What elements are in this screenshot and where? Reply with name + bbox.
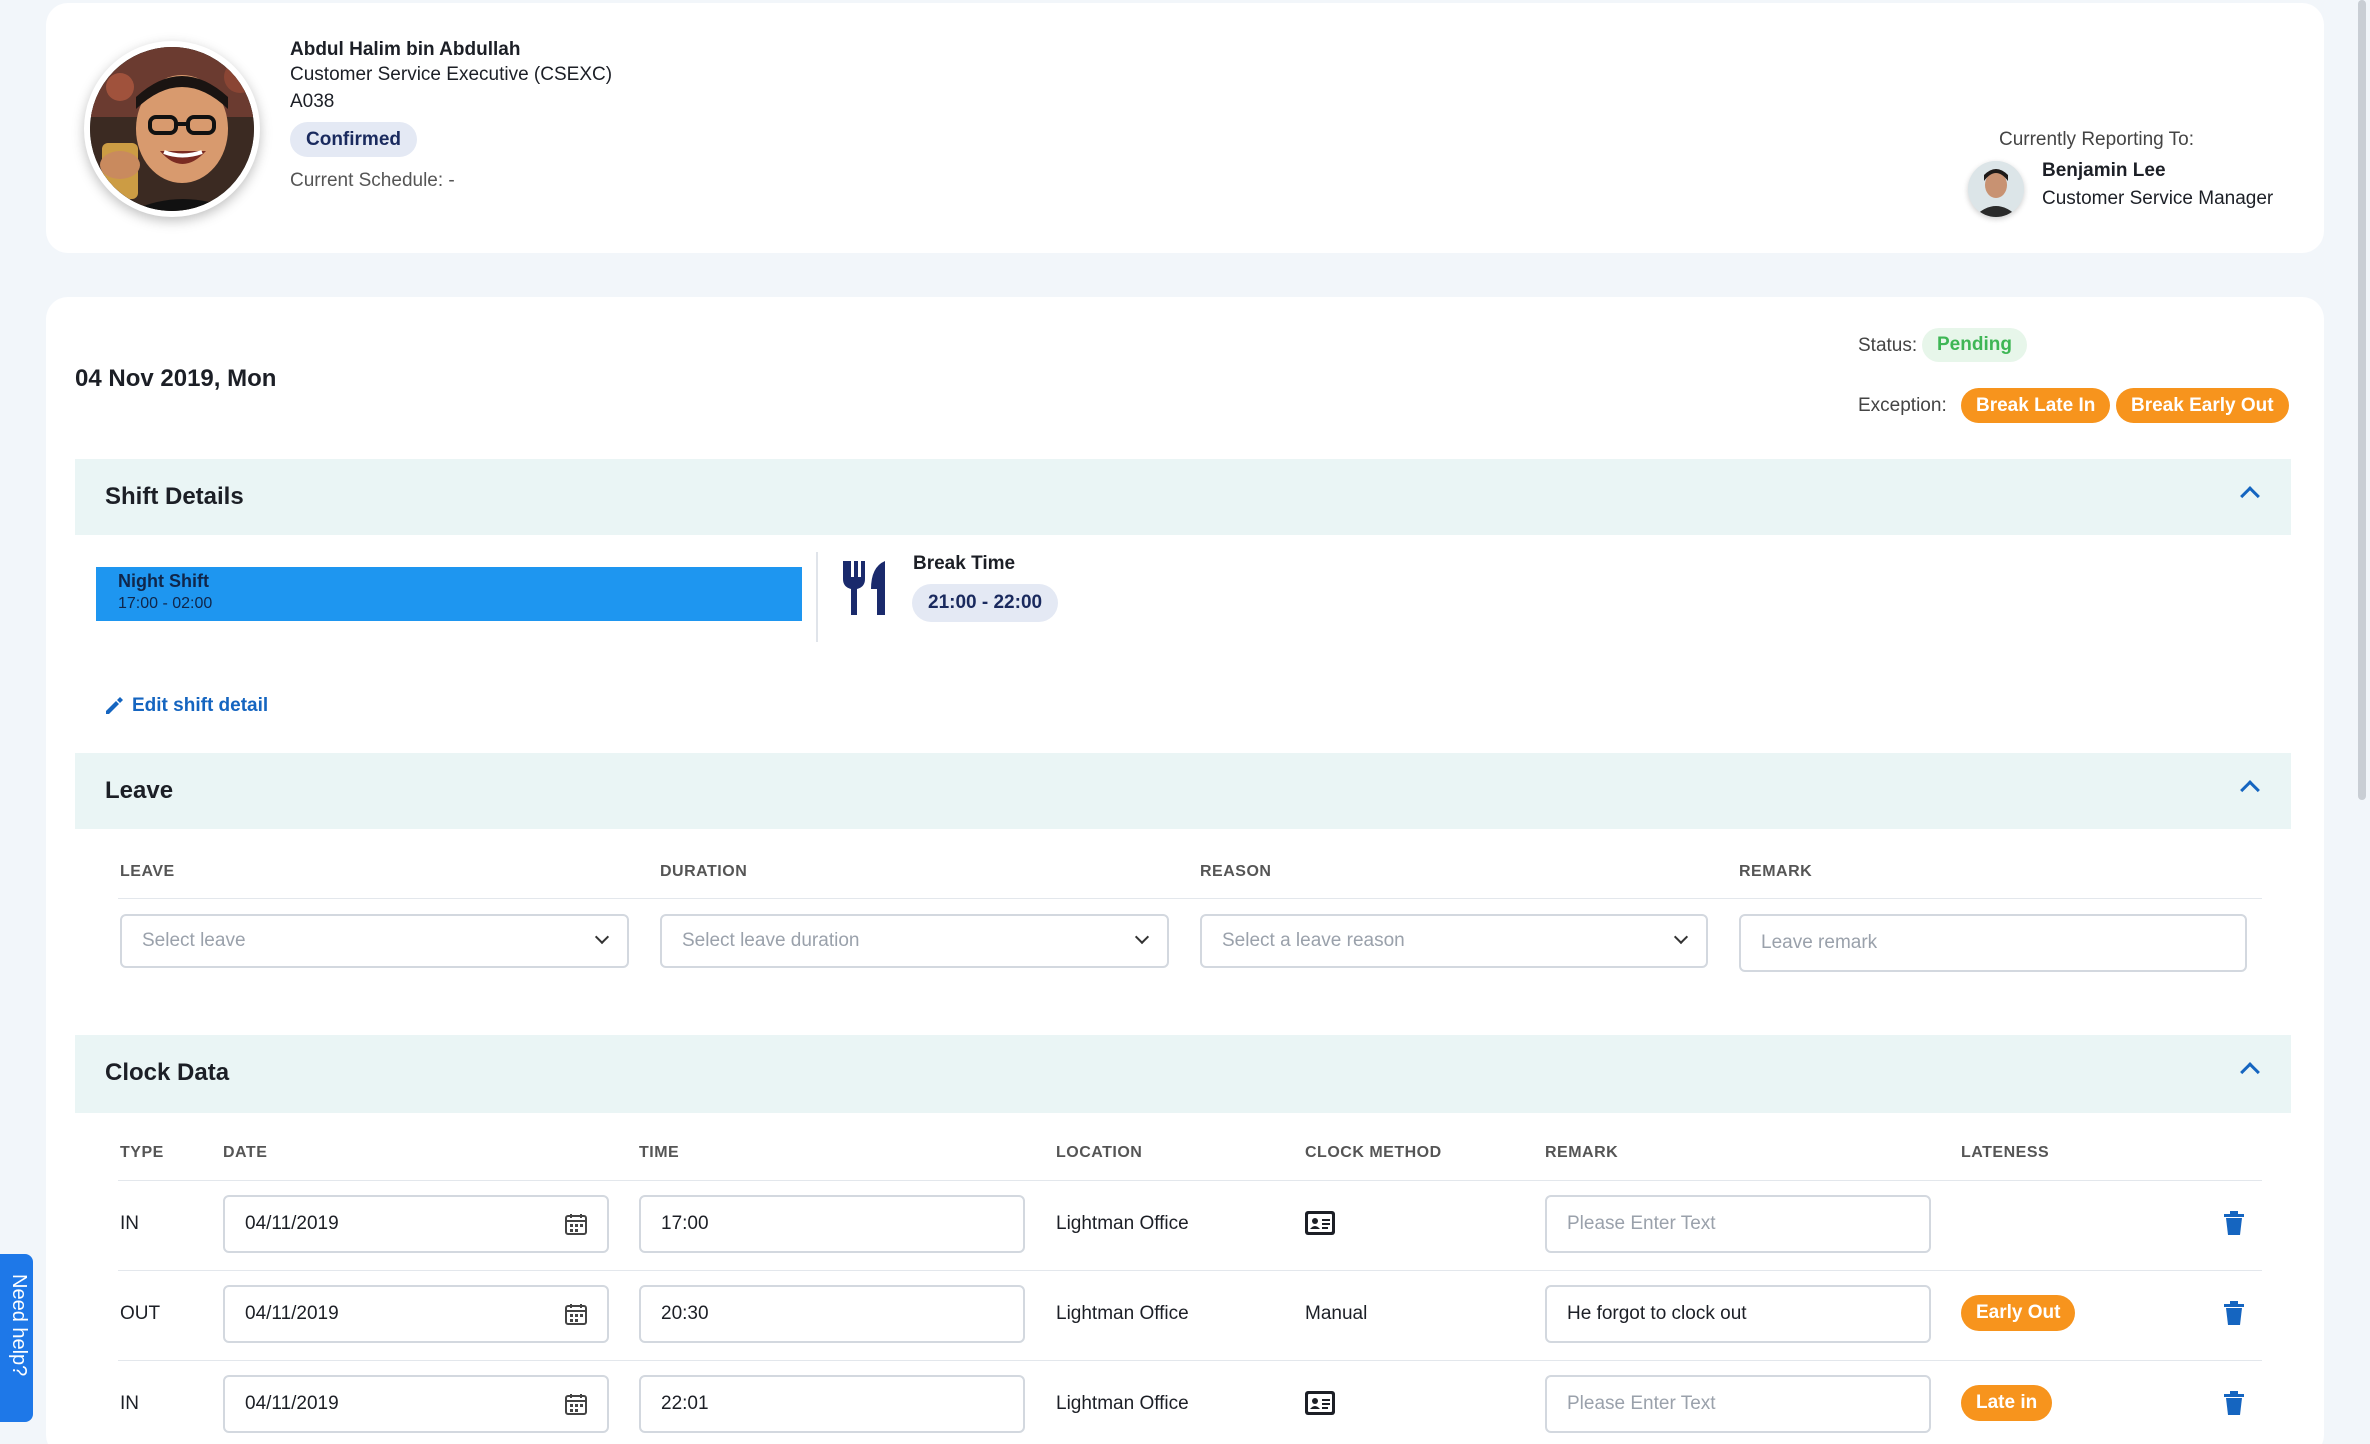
need-help-label: Need help? (8, 1274, 30, 1377)
exception-label: Exception: (1858, 395, 1947, 416)
clock-remark-input[interactable]: Please Enter Text (1545, 1195, 1931, 1253)
lateness-badge: Early Out (1961, 1295, 2076, 1331)
leave-duration-select[interactable]: Select leave duration (660, 914, 1169, 968)
clock-date-input[interactable]: 04/11/2019 (223, 1375, 609, 1433)
shift-details-header[interactable]: Shift Details (75, 459, 2291, 535)
clock-date-input[interactable]: 04/11/2019 (223, 1285, 609, 1343)
attendance-date: 04 Nov 2019, Mon (75, 365, 277, 392)
chevron-down-icon (1134, 929, 1150, 945)
trash-icon[interactable] (2224, 1211, 2244, 1235)
manager-name[interactable]: Benjamin Lee (2042, 160, 2166, 182)
type-col-header: TYPE (120, 1144, 164, 1161)
chevron-up-icon[interactable] (2240, 486, 2260, 506)
pencil-icon (106, 697, 123, 714)
clock-time-input[interactable]: 22:01 (639, 1375, 1025, 1433)
trash-icon[interactable] (2224, 1391, 2244, 1415)
clock-type: IN (120, 1213, 139, 1234)
break-time-badge: 21:00 - 22:00 (912, 584, 1059, 622)
clock-remark-input[interactable]: Please Enter Text (1545, 1375, 1931, 1433)
status-label: Status: (1858, 335, 1918, 356)
location-col-header: LOCATION (1056, 1144, 1143, 1161)
clock-date-input[interactable]: 04/11/2019 (223, 1195, 609, 1253)
clock-type: OUT (120, 1303, 161, 1324)
calendar-icon[interactable] (565, 1393, 587, 1415)
reporting-label: Currently Reporting To: (1998, 129, 2194, 150)
leave-type-select[interactable]: Select leave (120, 914, 629, 968)
remark-col-header: REMARK (1545, 1144, 1619, 1161)
employment-status-badge: Confirmed (290, 122, 417, 157)
exception-badge-break-early-out: Break Early Out (2116, 388, 2289, 423)
employee-avatar (84, 41, 260, 217)
lateness-col-header: LATENESS (1961, 1144, 2050, 1161)
divider (118, 898, 2262, 899)
time-col-header: TIME (639, 1144, 680, 1161)
leave-col-header: LEAVE (120, 863, 175, 880)
trash-icon[interactable] (2224, 1301, 2244, 1325)
employee-name: Abdul Halim bin Abdullah (290, 39, 521, 60)
leave-reason-select[interactable]: Select a leave reason (1200, 914, 1708, 968)
section-title: Leave (105, 777, 174, 804)
attendance-detail-card: 04 Nov 2019, Mon Status: Pending Excepti… (46, 297, 2324, 1444)
employee-id: A038 (290, 91, 335, 112)
shift-timeline-bar: Night Shift 17:00 - 02:00 (96, 567, 802, 621)
clock-time-input[interactable]: 20:30 (639, 1285, 1025, 1343)
current-schedule: Current Schedule: - (290, 170, 455, 191)
exception-badge-break-late-in: Break Late In (1961, 388, 2111, 423)
divider (118, 1360, 2262, 1361)
break-time-label: Break Time (913, 553, 1016, 574)
duration-col-header: DURATION (660, 863, 748, 880)
need-help-tab[interactable]: Need help? (0, 1254, 33, 1422)
leave-type-placeholder: Select leave (142, 930, 246, 951)
clock-remark-input[interactable]: He forgot to clock out (1545, 1285, 1931, 1343)
shift-time: 17:00 - 02:00 (118, 595, 213, 612)
page-scrollbar[interactable] (2358, 0, 2366, 800)
chevron-up-icon[interactable] (2240, 780, 2260, 800)
remark-col-header: REMARK (1739, 863, 1813, 880)
edit-shift-detail-link[interactable]: Edit shift detail (104, 695, 268, 717)
section-title: Shift Details (105, 483, 244, 510)
status-badge: Pending (1922, 328, 2027, 362)
clock-location: Lightman Office (1056, 1393, 1189, 1414)
leave-header[interactable]: Leave (75, 753, 2291, 829)
clock-date-value: 04/11/2019 (245, 1393, 339, 1414)
reason-col-header: REASON (1200, 863, 1272, 880)
clock-data-header[interactable]: Clock Data (75, 1035, 2291, 1113)
chevron-up-icon[interactable] (2240, 1062, 2260, 1082)
date-col-header: DATE (223, 1144, 268, 1161)
profile-card: Abdul Halim bin Abdullah Customer Servic… (46, 3, 2324, 253)
section-title: Clock Data (105, 1059, 230, 1086)
leave-duration-placeholder: Select leave duration (682, 930, 860, 951)
clock-location: Lightman Office (1056, 1213, 1189, 1234)
clock-method: Manual (1305, 1303, 1368, 1324)
chevron-down-icon (1673, 929, 1689, 945)
employee-role: Customer Service Executive (CSEXC) (290, 64, 613, 85)
divider (816, 552, 818, 642)
id-card-icon (1305, 1391, 1335, 1415)
lateness-badge: Late in (1961, 1385, 2053, 1421)
divider (118, 1180, 2262, 1181)
clock-type: IN (120, 1393, 139, 1414)
chevron-down-icon (594, 929, 610, 945)
calendar-icon[interactable] (565, 1303, 587, 1325)
clock-date-value: 04/11/2019 (245, 1213, 339, 1234)
leave-reason-placeholder: Select a leave reason (1222, 930, 1405, 951)
divider (118, 1270, 2262, 1271)
clock-date-value: 04/11/2019 (245, 1303, 339, 1324)
manager-role: Customer Service Manager (2042, 188, 2274, 209)
shift-name: Night Shift (118, 571, 209, 591)
calendar-icon[interactable] (565, 1213, 587, 1235)
clock-time-input[interactable]: 17:00 (639, 1195, 1025, 1253)
leave-remark-input[interactable]: Leave remark (1739, 914, 2247, 972)
manager-avatar (1968, 161, 2024, 217)
clock-location: Lightman Office (1056, 1303, 1189, 1324)
edit-shift-label: Edit shift detail (132, 695, 269, 716)
fork-knife-icon (843, 561, 885, 615)
clock-method-col-header: CLOCK METHOD (1305, 1144, 1442, 1161)
id-card-icon (1305, 1211, 1335, 1235)
